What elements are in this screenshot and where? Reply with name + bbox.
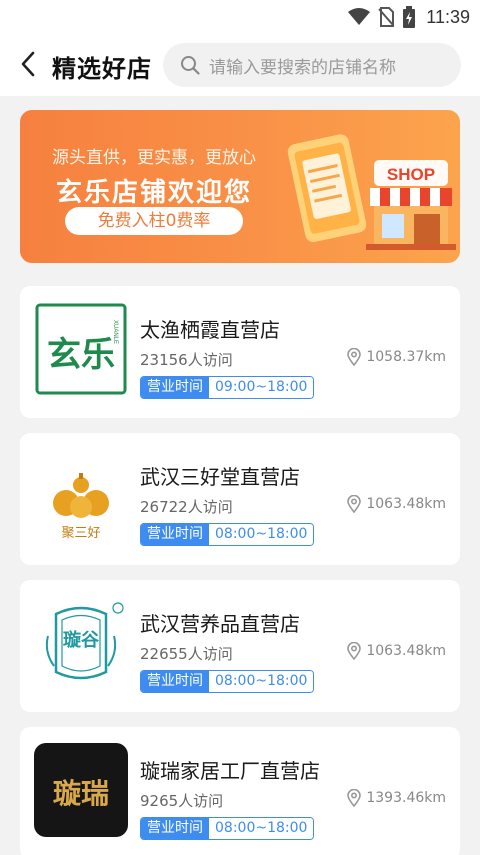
store-logo-text: 璇谷 <box>63 629 100 651</box>
xuanle-logo-icon: 玄乐 XUANLE <box>35 303 127 395</box>
store-distance: 1063.48km <box>347 495 446 513</box>
store-visits: 22655人访问 <box>140 645 233 663</box>
banner-title: 玄乐店铺欢迎您 <box>55 178 252 208</box>
store-logo-text: 聚三好 <box>61 526 100 541</box>
battery-charging-icon <box>403 6 416 28</box>
store-logo: 玄乐 XUANLE <box>34 302 128 396</box>
hours-label: 营业时间 <box>141 818 209 839</box>
banner-subtitle: 源头直供，更实惠，更放心 <box>52 148 256 168</box>
xuangu-logo-icon: 璇谷 <box>45 602 124 680</box>
store-logo-text: 玄乐 <box>47 335 115 375</box>
business-hours-tag: 营业时间 08:00~18:00 <box>140 670 315 693</box>
distance-value: 1063.48km <box>366 643 446 659</box>
store-card[interactable]: 玄乐 XUANLE 太渔栖霞直营店 23156人访问 1058.37km 营业时… <box>20 286 460 418</box>
promo-banner[interactable]: 源头直供，更实惠，更放心 玄乐店铺欢迎您 免费入柱0费率 SHOP <box>20 110 460 263</box>
store-distance: 1063.48km <box>347 642 446 660</box>
store-visits: 9265人访问 <box>140 792 224 810</box>
distance-value: 1058.37km <box>366 349 446 365</box>
wifi-icon <box>348 8 371 25</box>
search-input[interactable]: 请输入要搜索的店铺名称 <box>163 43 461 87</box>
store-name: 璇瑞家居工厂直营店 <box>140 759 320 783</box>
page-title: 精选好店 <box>52 55 152 83</box>
hours-value: 08:00~18:00 <box>209 524 314 545</box>
back-arrow-icon <box>21 51 35 77</box>
hours-value: 09:00~18:00 <box>209 377 314 398</box>
search-placeholder: 请输入要搜索的店铺名称 <box>209 57 396 78</box>
store-name: 武汉营养品直营店 <box>140 612 300 636</box>
hours-value: 08:00~18:00 <box>209 671 314 692</box>
search-icon <box>181 56 200 75</box>
distance-value: 1393.46km <box>366 790 446 806</box>
store-logo: 璇瑞 <box>34 743 128 837</box>
location-pin-icon <box>347 495 362 513</box>
store-card[interactable]: 聚三好 武汉三好堂直营店 26722人访问 1063.48km 营业时间 08:… <box>20 433 460 565</box>
distance-value: 1063.48km <box>366 496 446 512</box>
xuanrui-logo-icon: 璇瑞 <box>53 777 109 810</box>
business-hours-tag: 营业时间 08:00~18:00 <box>140 817 315 840</box>
shop-illustration-icon: SHOP <box>287 134 456 250</box>
hours-value: 08:00~18:00 <box>209 818 314 839</box>
store-logo: 聚三好 <box>34 449 128 543</box>
store-visits: 23156人访问 <box>140 351 233 369</box>
business-hours-tag: 营业时间 09:00~18:00 <box>140 376 315 399</box>
store-card[interactable]: 璇谷 武汉营养品直营店 22655人访问 1063.48km 营业时间 08:0… <box>20 580 460 712</box>
business-hours-tag: 营业时间 08:00~18:00 <box>140 523 315 546</box>
store-logo: 璇谷 <box>34 596 128 690</box>
store-visits: 26722人访问 <box>140 498 233 516</box>
hours-label: 营业时间 <box>141 377 209 398</box>
location-pin-icon <box>347 789 362 807</box>
no-sim-icon <box>378 7 395 27</box>
status-time: 11:39 <box>426 6 470 27</box>
store-logo-subtext: XUANLE <box>112 320 118 344</box>
store-name: 太渔栖霞直营店 <box>140 318 280 342</box>
store-name: 武汉三好堂直营店 <box>140 465 300 489</box>
hours-label: 营业时间 <box>141 524 209 545</box>
store-card[interactable]: 璇瑞 璇瑞家居工厂直营店 9265人访问 1393.46km 营业时间 08:0… <box>20 727 460 855</box>
header: 精选好店 请输入要搜索的店铺名称 <box>0 34 480 96</box>
store-logo-text: 璇瑞 <box>53 777 109 810</box>
back-button[interactable] <box>12 48 44 80</box>
status-bar: 11:39 <box>0 0 480 34</box>
shop-sign-text: SHOP <box>387 165 435 184</box>
store-distance: 1393.46km <box>347 789 446 807</box>
location-pin-icon <box>347 642 362 660</box>
location-pin-icon <box>347 348 362 366</box>
status-icons: 11:39 <box>348 5 470 29</box>
banner-join-button[interactable]: 免费入柱0费率 <box>65 207 243 235</box>
hours-label: 营业时间 <box>141 671 209 692</box>
gourd-logo-icon: 聚三好 <box>53 473 109 541</box>
store-distance: 1058.37km <box>347 348 446 366</box>
